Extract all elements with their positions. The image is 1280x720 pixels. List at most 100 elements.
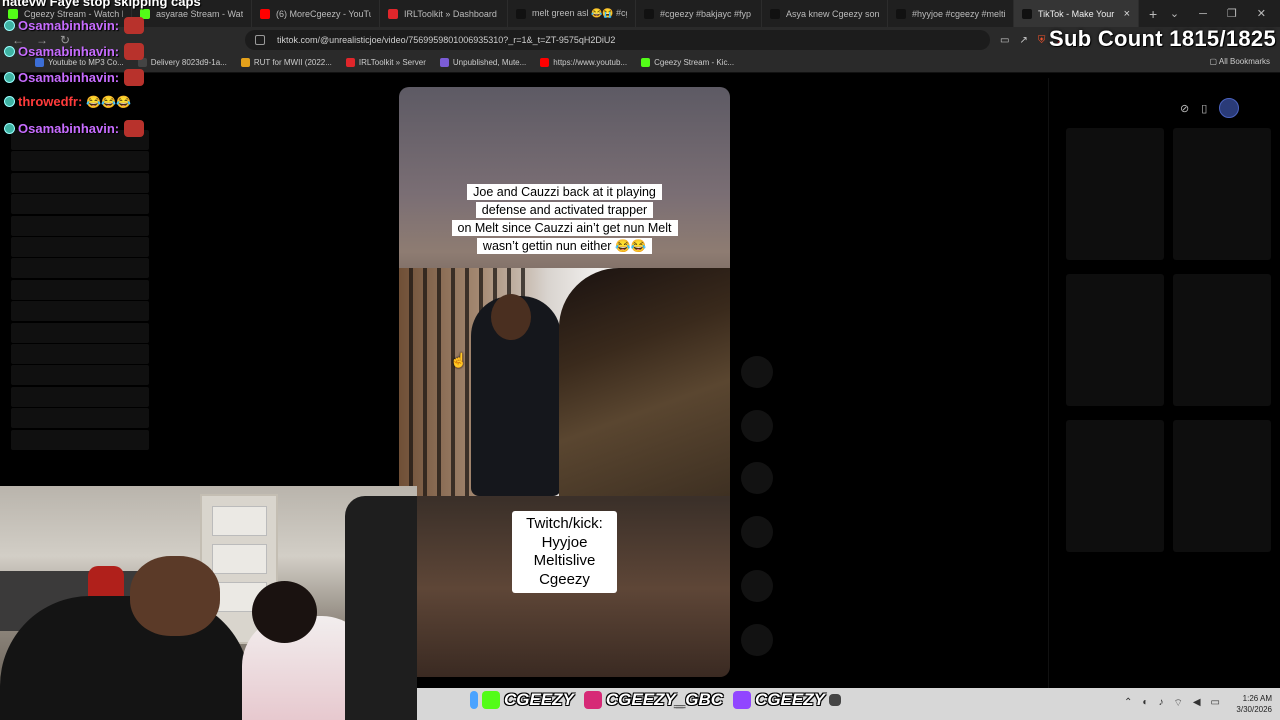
url-text[interactable]: tiktok.com/@unrealisticjoe/video/7569959…	[277, 35, 615, 45]
social-handles: CGEEZY CGEEZY_GBC CGEEZY	[470, 690, 841, 710]
tab[interactable]: #hyyjoe #cgeezy #meltisli	[888, 0, 1014, 27]
sidebar-placeholder	[11, 365, 149, 386]
chat-username: Osamabinhavin:	[18, 18, 120, 33]
chat-username: Osamabinhavin:	[18, 121, 120, 136]
address-bar[interactable]: tiktok.com/@unrealisticjoe/video/7569959…	[245, 30, 990, 50]
volume-icon[interactable]: ◀	[1193, 697, 1201, 710]
cast-icon[interactable]: ▭	[1000, 35, 1009, 46]
tiktok-video[interactable]: Joe and Cauzzi back at it playing defense…	[399, 87, 730, 677]
tab[interactable]: Asya knew Cgeezy song w	[762, 0, 888, 27]
chat-badge-icon	[4, 96, 15, 107]
tab-label: IRLToolkit » Dashboard	[404, 8, 497, 19]
chevron-up-icon[interactable]: ⌃	[1124, 697, 1132, 710]
minimize-button[interactable]: ─	[1199, 8, 1207, 20]
sidebar-placeholder	[11, 237, 149, 257]
video-card[interactable]	[1066, 128, 1164, 260]
chat-message: throwedfr: 😂😂😂	[4, 94, 131, 109]
chat-badge-icon	[4, 46, 15, 57]
close-window-button[interactable]: ✕	[1257, 7, 1266, 20]
all-bookmarks-label: All Bookmarks	[1218, 57, 1270, 66]
bookmark-label: RUT for MWII (2022...	[253, 58, 332, 67]
bookmark-favicon-icon	[345, 58, 355, 67]
share-button[interactable]	[741, 516, 773, 548]
bookmark-item[interactable]: Delivery 8023d9-1a...	[137, 58, 227, 67]
video-card[interactable]	[1066, 420, 1164, 552]
video-card[interactable]	[1173, 420, 1271, 552]
mic-icon[interactable]: ♪	[1158, 697, 1163, 710]
music-button[interactable]	[741, 624, 773, 656]
new-tab-button[interactable]: +	[1139, 6, 1167, 22]
tab-search-icon[interactable]: ⌄	[1170, 7, 1179, 20]
chat-message: Osamabinhavin:	[4, 69, 145, 86]
standing-person	[345, 496, 417, 720]
caption-line: wasn’t gettin nun either 😂😂	[476, 238, 653, 254]
sidebar-placeholder	[11, 215, 149, 236]
tab[interactable]: #cgeezy #bakjayc #fyp | cr	[636, 0, 762, 27]
device-icon[interactable]: ▯	[1201, 102, 1207, 115]
clock-time: 1:26 AM	[1242, 694, 1272, 703]
right-panel	[1048, 78, 1280, 688]
tab-label: #cgeezy #bakjayc #fyp | cr	[660, 8, 753, 19]
app-tray-icon[interactable]: ◐	[1142, 697, 1148, 710]
wifi-icon[interactable]: ⌔	[1173, 697, 1182, 710]
maximize-button[interactable]: ❐	[1227, 7, 1237, 20]
bookmark-item[interactable]: https://www.youtub...	[540, 58, 627, 67]
chat-emote-icon	[124, 43, 145, 60]
video-card[interactable]	[1173, 128, 1271, 260]
guest-head	[252, 581, 317, 643]
chat-message: Osamabinhavin:	[4, 17, 145, 34]
kick-handle: CGEEZY	[504, 690, 574, 709]
chat-badge-icon	[4, 123, 15, 134]
bookmark-item[interactable]: Cgeezy Stream - Kic...	[641, 58, 734, 67]
bookmark-favicon-icon	[240, 58, 250, 67]
avatar[interactable]	[1219, 98, 1240, 118]
tab[interactable]: IRLToolkit » Dashboard	[380, 0, 508, 27]
bookmark-favicon-icon	[439, 58, 449, 67]
video-card[interactable]	[1173, 274, 1271, 406]
chat-emote-icon	[124, 69, 145, 86]
sidebar-placeholder	[11, 301, 149, 322]
clock[interactable]: 1:26 AM 3/30/2026	[1236, 693, 1272, 715]
tab-label: melt green asl 😂😭 #cge	[532, 8, 627, 18]
bookmark-item[interactable]: Unpublished, Mute...	[439, 58, 526, 67]
tab-favicon-icon	[1022, 8, 1032, 19]
tab-favicon-icon	[644, 8, 654, 19]
site-info-icon[interactable]	[255, 35, 265, 45]
video-clip	[399, 268, 730, 496]
share-icon[interactable]: ↗	[1019, 35, 1027, 46]
tab[interactable]: TikTok - Make Your Da ×	[1014, 0, 1139, 27]
caption-bottom: Twitch/kick: Hyyjoe Meltislive Cgeezy	[512, 511, 617, 593]
power-icon[interactable]: ▭	[1211, 697, 1220, 710]
caption-line: defense and activated trapper	[475, 202, 654, 218]
bookmark-item[interactable]: IRLToolkit » Server	[345, 58, 426, 67]
caption-top: Joe and Cauzzi back at it playing defense…	[439, 183, 690, 255]
chat-emote-icon	[124, 17, 145, 34]
tab[interactable]: melt green asl 😂😭 #cge	[508, 0, 636, 27]
system-tray: ⌃ ◐ ♪ ⌔ ◀ ▭	[1124, 697, 1220, 710]
sidebar-placeholder	[11, 429, 149, 450]
bookmark-item[interactable]: RUT for MWII (2022...	[240, 58, 332, 67]
sidebar-placeholder	[11, 344, 149, 364]
brave-shield-icon[interactable]: ⛨	[1038, 35, 1046, 46]
chat-badge-icon	[4, 20, 15, 31]
tab-label: TikTok - Make Your Da	[1038, 8, 1116, 19]
chat-message: Osamabinhavin:	[4, 43, 145, 60]
tab[interactable]: (6) MoreCgeezy - YouTube	[252, 0, 380, 27]
save-button[interactable]	[741, 462, 773, 494]
all-bookmarks-button[interactable]: ▢ All Bookmarks	[1210, 57, 1270, 66]
bookmark-favicon-icon	[540, 58, 550, 67]
bookmark-label: IRLToolkit » Server	[358, 58, 426, 67]
instagram-icon	[583, 691, 602, 709]
bookmark-label: https://www.youtub...	[553, 58, 628, 67]
close-tab-icon[interactable]: ×	[1124, 8, 1130, 20]
tab-favicon-icon	[516, 8, 526, 19]
like-button[interactable]	[741, 356, 773, 388]
webcam-feed	[0, 486, 417, 720]
caption-line: Twitch/kick:	[526, 515, 603, 532]
comment-button[interactable]	[741, 410, 773, 442]
caption-line: on Melt since Cauzzi ain’t get nun Melt	[451, 220, 678, 236]
sidebar-placeholder	[11, 279, 149, 300]
more-button[interactable]	[741, 570, 773, 602]
video-card[interactable]	[1066, 274, 1164, 406]
coins-icon[interactable]: ⊘	[1180, 102, 1189, 115]
